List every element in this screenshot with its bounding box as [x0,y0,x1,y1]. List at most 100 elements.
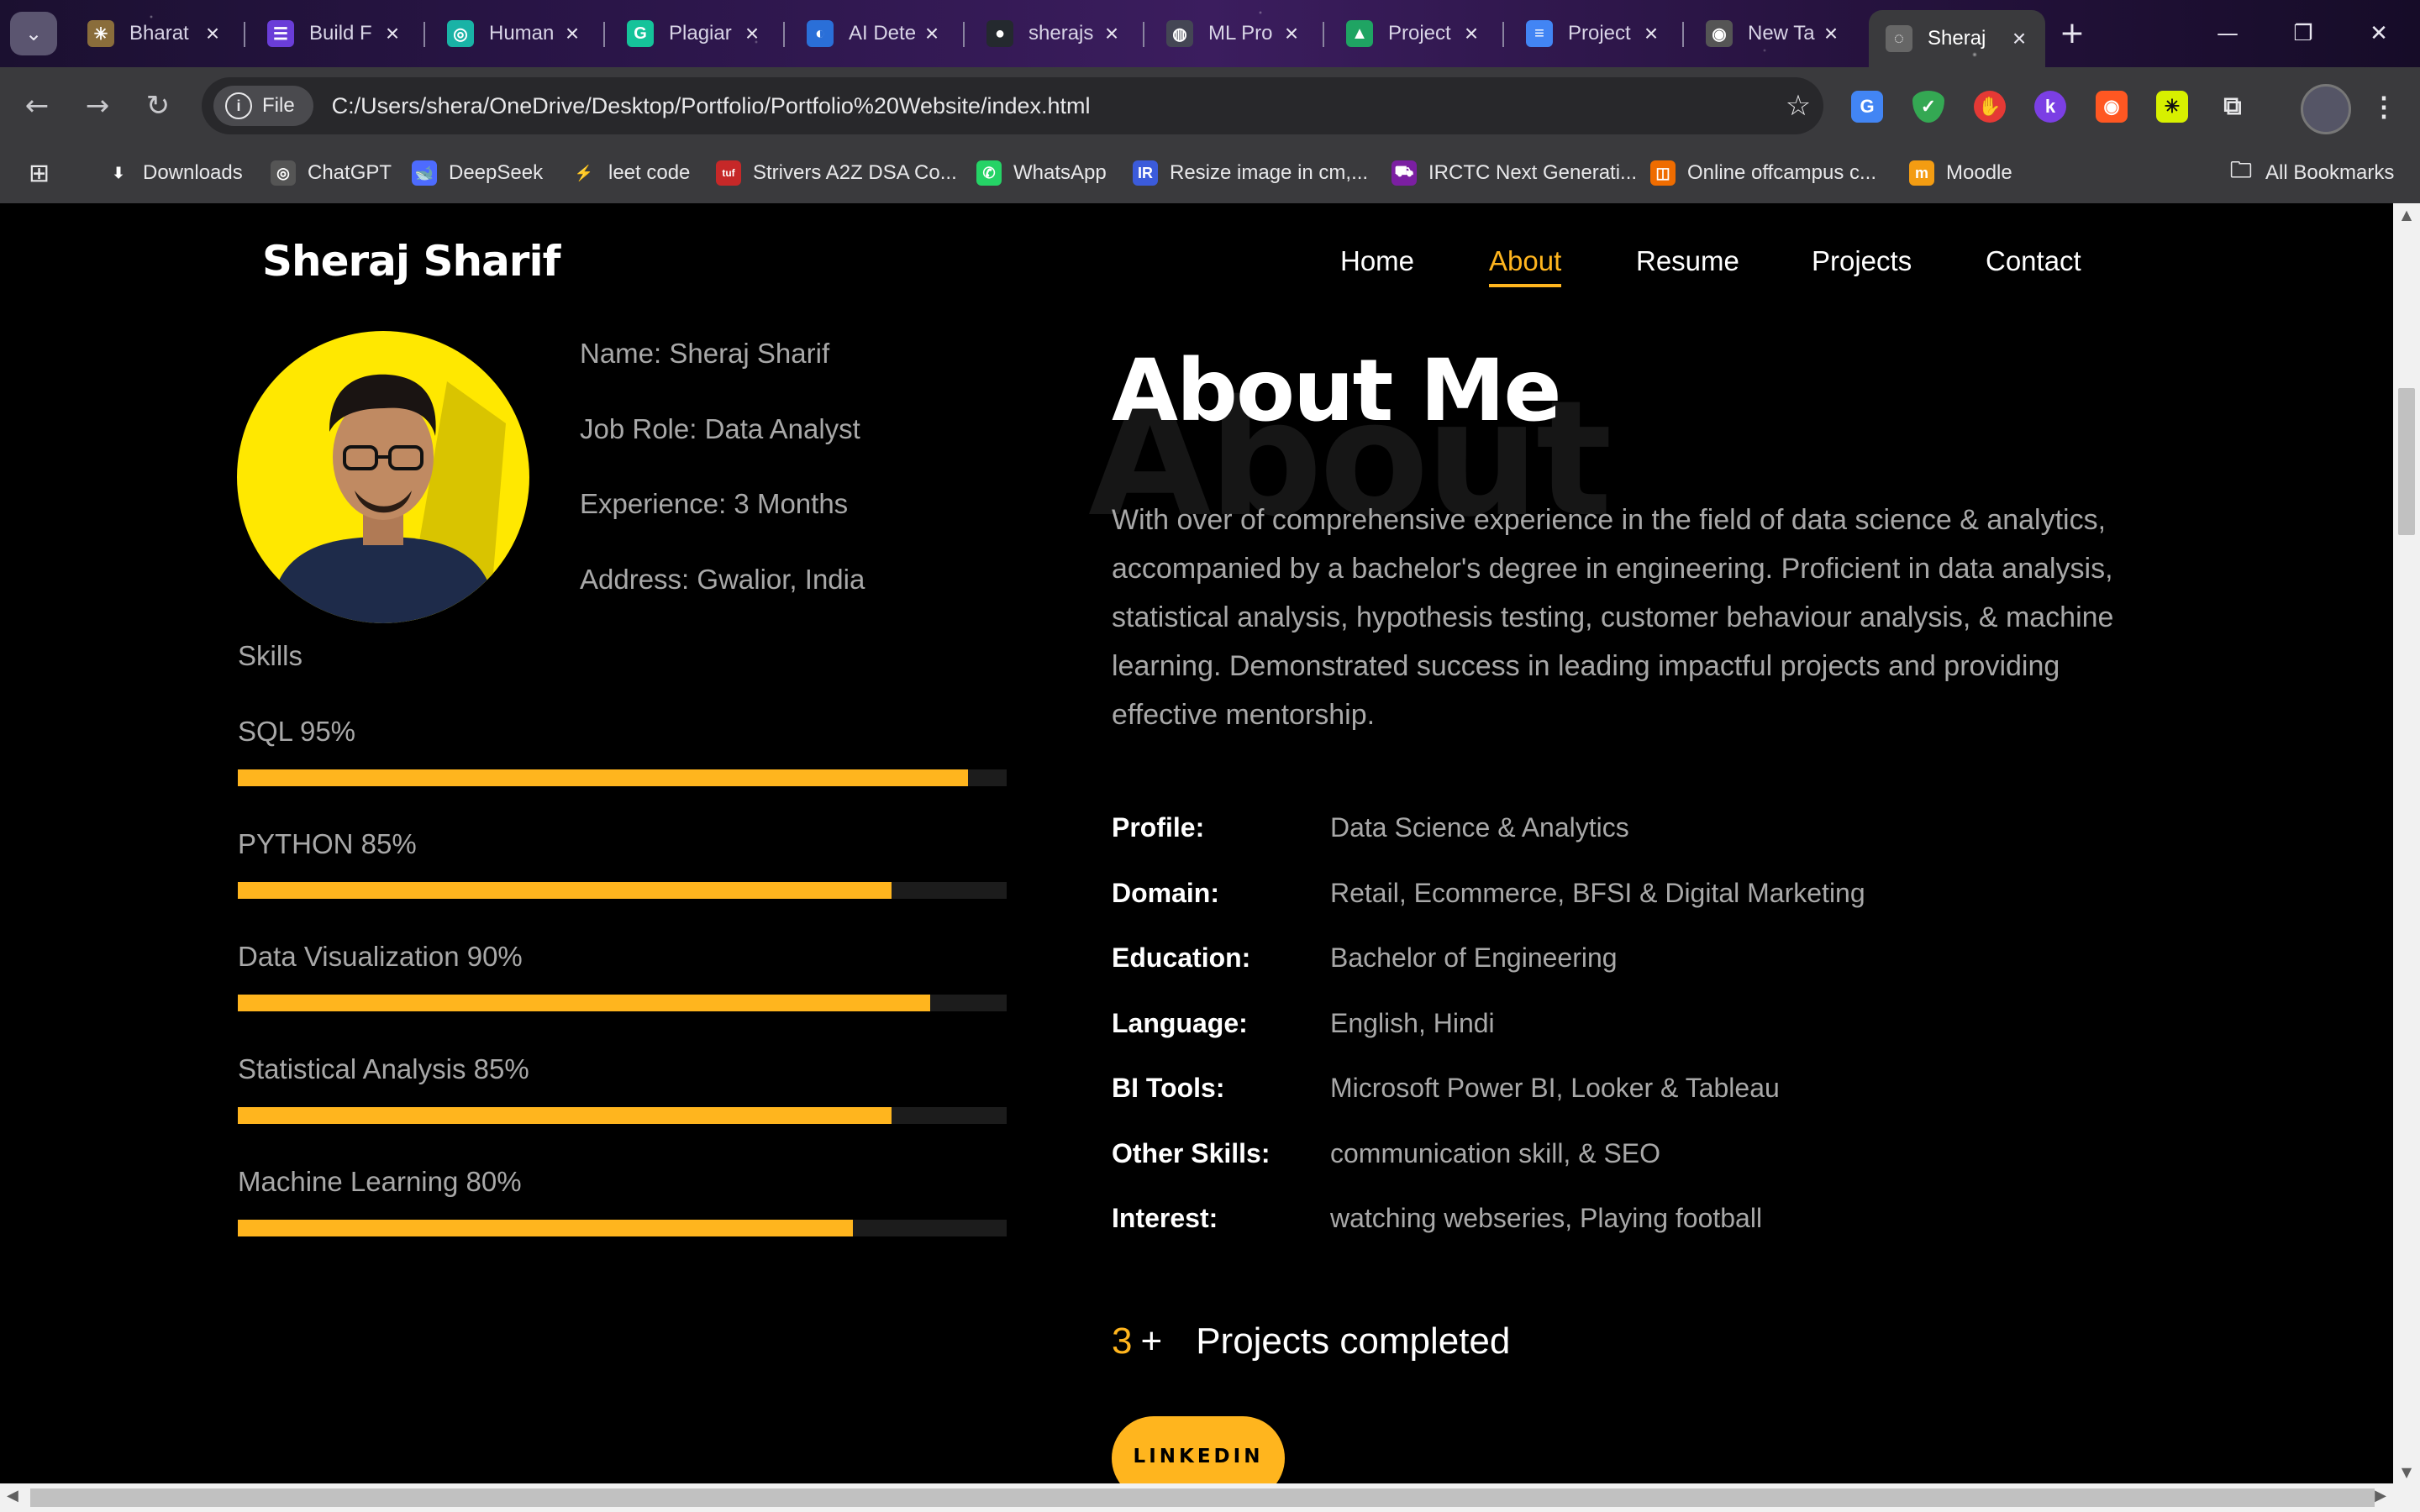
resize-icon: IR [1133,160,1158,186]
all-bookmarks-label: All Bookmarks [2265,161,2395,184]
close-tab-icon[interactable]: × [1459,20,1484,47]
reload-button[interactable]: ↻ [138,86,178,126]
bookmark-item[interactable]: ⬇ Downloads [106,156,243,190]
tab-5[interactable]: ◐ AI Dete × [790,10,958,57]
tab-1[interactable]: ✳ Bharat × [71,10,239,57]
tab-4[interactable]: G Plagiar × [610,10,778,57]
scroll-up-arrow-icon[interactable]: ▲ [2393,207,2420,223]
bookmark-item[interactable]: m Moodle [1909,156,2012,190]
nav-projects[interactable]: Projects [1812,245,1912,277]
tab-label: Plagiar [669,22,732,45]
close-tab-icon[interactable]: × [380,20,405,47]
hand-extension-icon[interactable]: ✋ [1974,91,2006,123]
tab-9[interactable]: ≡ Project × [1509,10,1677,57]
bookmark-item[interactable]: ◎ ChatGPT [271,156,392,190]
detail-key: Other Skills: [1112,1138,1270,1168]
tab-label: sherajs [1028,22,1094,45]
bookmark-label: Downloads [143,161,243,184]
skill-bar-fill [238,1220,853,1236]
close-tab-icon[interactable]: × [1818,20,1844,47]
close-window-button[interactable]: ✕ [2341,12,2417,55]
tab-8[interactable]: ▲ Project × [1329,10,1497,57]
close-tab-icon[interactable]: × [919,20,944,47]
nav-resume[interactable]: Resume [1636,245,1739,277]
forward-button[interactable]: → [77,86,118,126]
tab-label: AI Dete [849,22,917,45]
tab-7[interactable]: ◍ ML Pro × [1150,10,1318,57]
tab-separator [963,22,965,47]
about-paragraph: With over of comprehensive experience in… [1112,504,2114,731]
tab-6[interactable]: ● sherajs × [970,10,1138,57]
menu-kebab-icon[interactable]: ⋮ [2368,91,2400,123]
tab-separator [783,22,785,47]
extensions-puzzle-icon[interactable]: ⧉ [2217,91,2249,123]
human-icon: ◎ [447,20,474,47]
counter-label: Projects completed [1196,1320,1511,1362]
close-tab-icon[interactable]: × [200,20,225,47]
linkedin-button[interactable]: LINKEDIN [1112,1416,1285,1483]
minimize-button[interactable]: — [2190,12,2265,55]
detail-value: Bachelor of Engineering [1330,942,1618,973]
scroll-right-arrow-icon[interactable]: ▶ [2375,1487,2386,1504]
close-tab-icon[interactable]: × [1099,20,1124,47]
profile-job: Job Role: Data Analyst [580,413,860,444]
bookmark-item[interactable]: tuf Strivers A2Z DSA Co... [716,156,957,190]
all-bookmarks-button[interactable]: 🗀 All Bookmarks [2228,156,2394,190]
vertical-scroll-thumb[interactable] [2398,388,2415,535]
apps-grid-icon[interactable]: ⊞ [29,156,50,190]
profile-avatar[interactable] [2301,84,2351,134]
leetcode-icon: ⚡ [574,164,594,181]
translate-extension-icon[interactable]: G [1851,91,1883,123]
bookmark-item[interactable]: IR Resize image in cm,... [1133,156,1368,190]
close-tab-icon[interactable]: × [1279,20,1304,47]
new-tab-button[interactable]: + [2050,15,2094,52]
tab-11[interactable]: ◌ Sheraj × [1869,10,2045,67]
bookmark-item[interactable]: 🐋 DeepSeek [412,156,543,190]
bookmark-item[interactable]: ⚡ leet code [571,156,691,190]
skill-label: SQL 95% [238,716,356,747]
scroll-left-arrow-icon[interactable]: ◀ [7,1487,18,1504]
scroll-down-arrow-icon[interactable]: ▼ [2393,1464,2420,1480]
tab-2[interactable]: ☰ Build F × [250,10,418,57]
close-tab-icon[interactable]: × [2007,25,2032,52]
bookmark-label: WhatsApp [1013,161,1107,184]
tab-separator [244,22,245,47]
tab-10[interactable]: ◉ New Ta × [1689,10,1857,57]
form-icon: ☰ [267,20,294,47]
tab-3[interactable]: ◎ Human × [430,10,598,57]
skill-bar [238,769,1007,786]
ai-detector-icon: ◐ [807,20,834,47]
bookmark-item[interactable]: ⛟ IRCTC Next Generati... [1392,156,1637,190]
horizontal-scroll-thumb[interactable] [30,1488,2375,1507]
asterisk-extension-icon[interactable]: ✳ [2156,91,2188,123]
close-tab-icon[interactable]: × [560,20,585,47]
detail-value: watching webseries, Playing football [1330,1203,1763,1233]
nav-about[interactable]: About [1489,245,1562,287]
bookmark-item[interactable]: ◫ Online offcampus c... [1650,156,1876,190]
horizontal-scrollbar[interactable]: ◀ ▶ [0,1483,2420,1512]
site-info-chip[interactable]: i File [213,86,313,126]
close-tab-icon[interactable]: × [1639,20,1664,47]
back-button[interactable]: ← [17,86,57,126]
nav-contact[interactable]: Contact [1986,245,2081,277]
record-extension-icon[interactable]: ◉ [2096,91,2128,123]
vertical-scrollbar[interactable]: ▲ ▼ [2393,203,2420,1483]
tab-search-button[interactable]: ⌄ [10,12,57,55]
skill-bar [238,1220,1007,1236]
tab-label: Project [1388,22,1451,45]
bookmarks-bar: ⊞ ⬇ Downloads ◎ ChatGPT 🐋 DeepSeek ⚡ leet code t… [0,144,2420,205]
url-text[interactable]: C:/Users/shera/OneDrive/Desktop/Portfoli… [332,93,1773,119]
tab-separator [603,22,605,47]
close-tab-icon[interactable]: × [739,20,765,47]
k-extension-icon[interactable]: k [2034,91,2066,123]
detail-value: communication skill, & SEO [1330,1138,1661,1168]
nav-home[interactable]: Home [1340,245,1414,277]
bookmark-item[interactable]: ✆ WhatsApp [976,156,1107,190]
site-logo[interactable]: Sheraj Sharif [262,237,560,286]
address-bar[interactable]: i File C:/Users/shera/OneDrive/Desktop/P… [202,77,1823,134]
detail-key: Language: [1112,1008,1248,1038]
tab-label: Bharat [129,22,189,45]
offcampus-icon: ◫ [1650,160,1676,186]
bookmark-star-icon[interactable]: ☆ [1773,89,1823,123]
restore-button[interactable]: ❐ [2265,12,2341,55]
